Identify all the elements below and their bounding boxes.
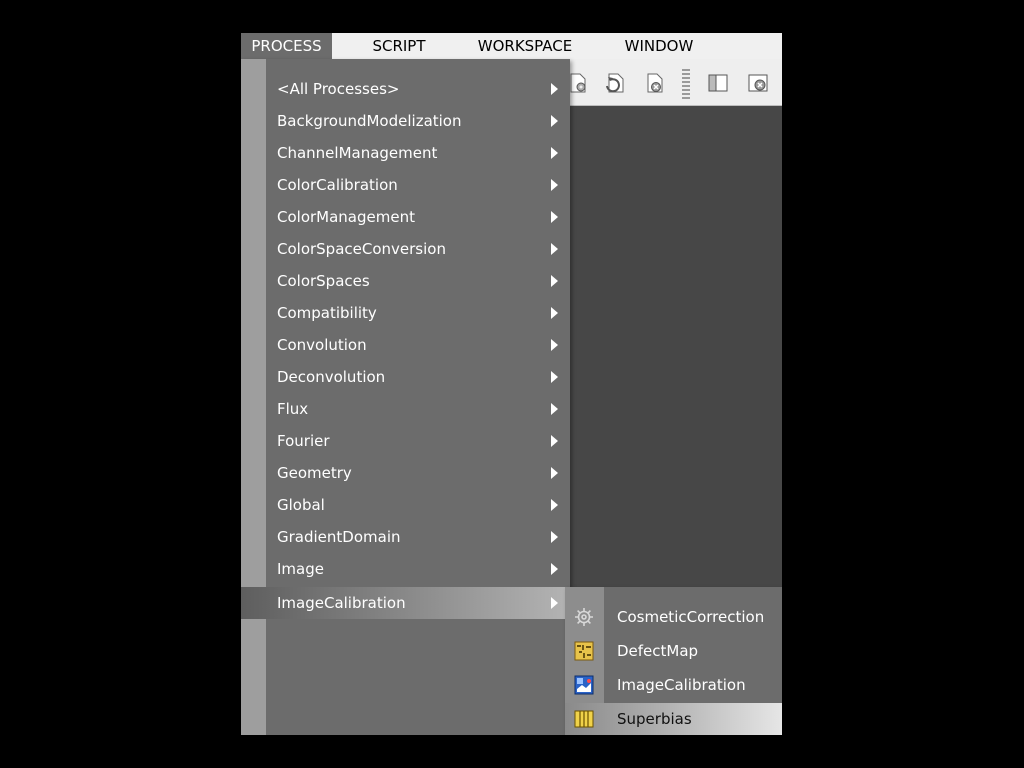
menu-item-colormanagement[interactable]: ColorManagement: [241, 201, 570, 233]
menu-item-compatibility[interactable]: Compatibility: [241, 297, 570, 329]
submenu-item-cosmeticcorrection[interactable]: CosmeticCorrection: [565, 601, 782, 633]
menu-item-label: <All Processes>: [277, 80, 400, 98]
menu-process[interactable]: PROCESS: [241, 33, 332, 59]
chevron-right-icon: [551, 243, 558, 255]
chevron-right-icon: [551, 307, 558, 319]
gear-icon: [574, 607, 594, 627]
close-panel-icon[interactable]: [747, 72, 769, 94]
gear-doc-icon[interactable]: [567, 72, 589, 94]
chevron-right-icon: [551, 403, 558, 415]
submenu-item-label: CosmeticCorrection: [617, 608, 765, 626]
submenu-item-label: Superbias: [617, 710, 692, 728]
imagecalibration-submenu: CosmeticCorrection DefectMap ImageCalibr…: [565, 587, 782, 735]
menu-item-all-processes[interactable]: <All Processes>: [241, 73, 570, 105]
menu-window[interactable]: WINDOW: [614, 33, 704, 59]
menu-item-label: ChannelManagement: [277, 144, 438, 162]
chevron-right-icon: [551, 467, 558, 479]
menu-item-label: ColorSpaceConversion: [277, 240, 446, 258]
menu-item-label: ImageCalibration: [277, 594, 406, 612]
chevron-right-icon: [551, 179, 558, 191]
panel-icon[interactable]: [707, 72, 729, 94]
close-doc-icon[interactable]: [643, 72, 665, 94]
menu-item-colorcalibration[interactable]: ColorCalibration: [241, 169, 570, 201]
menu-script[interactable]: SCRIPT: [359, 33, 439, 59]
process-menu: <All Processes> BackgroundModelization C…: [241, 59, 570, 735]
menu-item-label: Convolution: [277, 336, 367, 354]
chevron-right-icon: [551, 147, 558, 159]
menu-item-label: Fourier: [277, 432, 330, 450]
menu-workspace[interactable]: WORKSPACE: [469, 33, 581, 59]
submenu-item-label: ImageCalibration: [617, 676, 746, 694]
chevron-right-icon: [551, 83, 558, 95]
menu-item-label: Compatibility: [277, 304, 377, 322]
menu-item-geometry[interactable]: Geometry: [241, 457, 570, 489]
menu-item-label: Flux: [277, 400, 309, 418]
toolbar-grip: [682, 69, 690, 99]
menu-item-deconvolution[interactable]: Deconvolution: [241, 361, 570, 393]
menu-item-fourier[interactable]: Fourier: [241, 425, 570, 457]
menu-item-channelmanagement[interactable]: ChannelManagement: [241, 137, 570, 169]
submenu-item-superbias[interactable]: Superbias: [565, 703, 782, 735]
menu-item-image[interactable]: Image: [241, 553, 570, 585]
menu-item-colorspaces[interactable]: ColorSpaces: [241, 265, 570, 297]
menu-item-colorspaceconversion[interactable]: ColorSpaceConversion: [241, 233, 570, 265]
defect-map-icon: [574, 641, 594, 661]
menu-item-label: Deconvolution: [277, 368, 386, 386]
chevron-right-icon: [551, 275, 558, 287]
menubar: PROCESS SCRIPT WORKSPACE WINDOW: [241, 33, 782, 59]
menu-item-label: ColorManagement: [277, 208, 415, 226]
chevron-right-icon: [551, 211, 558, 223]
chevron-right-icon: [551, 597, 558, 609]
menu-item-label: Geometry: [277, 464, 352, 482]
refresh-doc-icon[interactable]: [603, 72, 625, 94]
chevron-right-icon: [551, 371, 558, 383]
chevron-right-icon: [551, 499, 558, 511]
menu-item-label: Image: [277, 560, 324, 578]
menu-item-label: ColorSpaces: [277, 272, 370, 290]
chevron-right-icon: [551, 339, 558, 351]
menu-item-label: ColorCalibration: [277, 176, 398, 194]
submenu-item-label: DefectMap: [617, 642, 699, 660]
chevron-right-icon: [551, 435, 558, 447]
image-calibration-icon: [574, 675, 594, 695]
menu-item-convolution[interactable]: Convolution: [241, 329, 570, 361]
menu-item-flux[interactable]: Flux: [241, 393, 570, 425]
submenu-item-defectmap[interactable]: DefectMap: [565, 635, 782, 667]
menu-item-label: GradientDomain: [277, 528, 401, 546]
menu-item-gradientdomain[interactable]: GradientDomain: [241, 521, 570, 553]
submenu-item-imagecalibration[interactable]: ImageCalibration: [565, 669, 782, 701]
menu-item-global[interactable]: Global: [241, 489, 570, 521]
menu-item-backgroundmodelization[interactable]: BackgroundModelization: [241, 105, 570, 137]
chevron-right-icon: [551, 563, 558, 575]
menu-item-label: Global: [277, 496, 325, 514]
chevron-right-icon: [551, 115, 558, 127]
menu-item-label: BackgroundModelization: [277, 112, 462, 130]
menu-item-imagecalibration[interactable]: ImageCalibration: [241, 587, 570, 619]
superbias-icon: [574, 709, 594, 729]
chevron-right-icon: [551, 531, 558, 543]
